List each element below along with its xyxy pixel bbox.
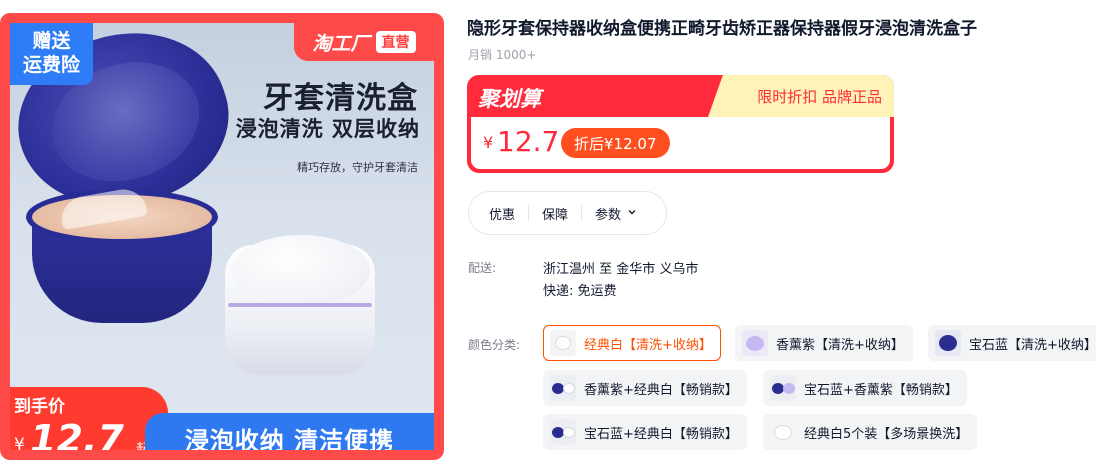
monthly-sales: 月销 1000+: [468, 48, 537, 62]
hero-caption: 精巧存放，守护牙套清洁: [297, 161, 418, 174]
promo-name: 聚划算: [478, 87, 541, 111]
shipping-route: 浙江温州 至 金华市 义乌市: [543, 262, 699, 277]
sku-thumbnail: [550, 375, 576, 401]
tab-discount[interactable]: 优惠: [489, 204, 515, 223]
sku-option[interactable]: 香薰紫【清洗+收纳】: [735, 325, 913, 361]
sku-thumbnail: [550, 419, 576, 445]
tab-params[interactable]: 参数: [595, 204, 637, 223]
sku-option[interactable]: 经典白【清洗+收纳】: [543, 325, 721, 361]
chevron-down-icon: [627, 207, 637, 220]
sku-thumbnail: [550, 330, 576, 356]
sku-thumbnail: [935, 330, 961, 356]
sku-option[interactable]: 宝石蓝【清洗+收纳】: [928, 325, 1096, 361]
after-discount-badge: 折后¥12.07: [561, 128, 670, 158]
sku-option[interactable]: 宝石蓝+经典白【畅销款】: [543, 414, 747, 450]
price-currency: ¥: [14, 435, 25, 455]
sku-option[interactable]: 宝石蓝+香薰紫【畅销款】: [763, 370, 967, 406]
hero-slogan-band: 浸泡收纳 清洁便携: [145, 413, 434, 460]
hero-subtitle: 浸泡清洗 双层收纳: [235, 116, 420, 141]
sku-thumbnail: [742, 330, 768, 356]
sku-option[interactable]: 经典白5个装【多场景换洗】: [763, 414, 978, 450]
shipping-fee: 快递: 免运费: [543, 284, 617, 299]
white-case-lid: [232, 235, 370, 305]
direct-badge: 直营: [375, 31, 416, 53]
color-category-label: 颜色分类:: [468, 338, 521, 352]
shipping-label: 配送:: [468, 261, 497, 275]
sku-option[interactable]: 香薰紫+经典白【畅销款】: [543, 370, 747, 406]
shipping-insurance-badge: 赠送 运费险: [10, 23, 93, 85]
current-price: 12.7: [497, 125, 560, 158]
hero-price: 12.7: [30, 417, 124, 460]
sku-thumbnail: [770, 375, 796, 401]
tab-guarantee[interactable]: 保障: [542, 204, 568, 223]
sku-thumbnail: [770, 419, 796, 445]
price-label: 到手价: [14, 397, 65, 417]
hero-title: 牙套清洗盒: [263, 81, 418, 116]
price-currency: ¥: [483, 133, 494, 152]
product-main-image[interactable]: 赠送 运费险 淘工厂 直营 牙套清洗盒 浸泡清洗 双层收纳 精巧存放，守护牙套清…: [0, 13, 444, 460]
juhuasuan-promo-card: 聚划算 限时折扣 品牌正品 ¥ 12.7 折后¥12.07: [467, 75, 894, 173]
product-title: 隐形牙套保持器收纳盒便携正畸牙齿矫正器保持器假牙浸泡清洗盒子: [467, 19, 977, 39]
info-tabs: 优惠 保障 参数: [468, 191, 667, 235]
promo-tagline: 限时折扣 品牌正品: [708, 75, 894, 117]
brand-tag: 淘工厂 直营: [294, 23, 434, 61]
brand-name: 淘工厂: [312, 32, 370, 55]
